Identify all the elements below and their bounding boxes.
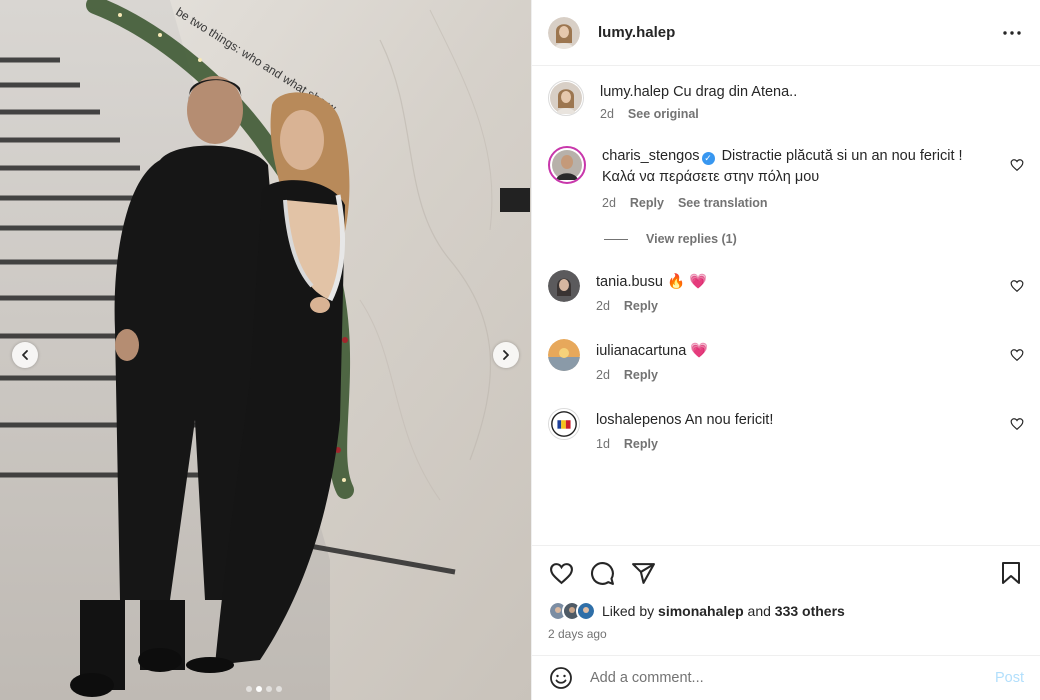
comment-time: 1d bbox=[596, 437, 610, 451]
save-button[interactable] bbox=[998, 560, 1024, 586]
comments-list: lumy.halep Cu drag din Atena.. 2d See or… bbox=[532, 66, 1040, 544]
comment-item: loshalepenos An nou fericit! 1d Reply bbox=[548, 408, 1024, 451]
bookmark-icon bbox=[1002, 562, 1020, 584]
post-comment-button[interactable]: Post bbox=[995, 670, 1024, 686]
carousel-dot-active bbox=[256, 686, 262, 692]
comment-username[interactable]: loshalepenos bbox=[596, 412, 681, 428]
comment-time: 2d bbox=[596, 299, 610, 313]
emoji-icon bbox=[550, 667, 572, 689]
reply-button[interactable]: Reply bbox=[630, 196, 664, 210]
comment-time: 2d bbox=[602, 196, 616, 210]
comment-username[interactable]: charis_stengos bbox=[602, 148, 700, 164]
comment-text: 🔥 💗 bbox=[666, 274, 708, 290]
post-side-panel: lumy.halep lumy.halep Cu drag din Atena.… bbox=[531, 0, 1040, 700]
carousel-dot bbox=[276, 686, 282, 692]
likes-summary: Liked by simonahalep and 333 others bbox=[548, 601, 845, 621]
comment-item: tania.busu 🔥 💗 2d Reply bbox=[548, 270, 1024, 313]
post-time: 2 days ago bbox=[548, 627, 607, 641]
comment-avatar-loshalepenos[interactable] bbox=[548, 408, 580, 440]
chevron-left-icon bbox=[22, 350, 28, 360]
comment-button[interactable] bbox=[589, 560, 615, 586]
comment-text: An nou fericit! bbox=[684, 412, 774, 428]
heart-icon[interactable] bbox=[1010, 158, 1024, 172]
heart-icon[interactable] bbox=[1010, 348, 1024, 362]
caption-avatar[interactable] bbox=[548, 80, 584, 116]
view-replies-button[interactable]: View replies (1) bbox=[604, 232, 737, 246]
caption-username[interactable]: lumy.halep bbox=[600, 84, 669, 100]
reply-button[interactable]: Reply bbox=[624, 368, 658, 382]
post-photo: be two things: who and what she w bbox=[0, 0, 531, 700]
comment-input[interactable] bbox=[590, 670, 995, 686]
comment-username[interactable]: iulianacartuna bbox=[596, 343, 686, 359]
likers-avatars bbox=[548, 601, 596, 621]
liker-avatar bbox=[576, 601, 596, 621]
share-button[interactable] bbox=[630, 560, 656, 586]
carousel-dot bbox=[266, 686, 272, 692]
comment-item: iulianacartuna 💗 2d Reply bbox=[548, 339, 1024, 382]
likes-others-link[interactable]: 333 others bbox=[775, 603, 845, 619]
emoji-button[interactable] bbox=[548, 665, 574, 691]
comment-avatar-tania[interactable] bbox=[548, 270, 580, 302]
action-icons bbox=[548, 560, 1024, 586]
carousel-indicator bbox=[246, 686, 282, 692]
verified-icon: ✓ bbox=[701, 152, 715, 165]
author-avatar[interactable] bbox=[548, 16, 580, 49]
comment-composer: Post bbox=[532, 655, 1040, 700]
liker-username[interactable]: simonahalep bbox=[658, 603, 744, 619]
see-original-link[interactable]: See original bbox=[628, 107, 699, 121]
heart-icon[interactable] bbox=[1010, 279, 1024, 293]
replies-divider bbox=[604, 238, 628, 240]
comment-avatar-iuliana[interactable] bbox=[548, 339, 580, 371]
comment-text: 💗 bbox=[690, 343, 709, 359]
post-header: lumy.halep bbox=[532, 0, 1040, 66]
likes-connector: and bbox=[747, 603, 771, 619]
comment-item: charis_stengos ✓ Distractie plăcută si un… bbox=[548, 146, 1024, 210]
more-options-button[interactable] bbox=[1000, 21, 1024, 45]
heart-icon bbox=[549, 562, 573, 584]
view-replies-label: View replies (1) bbox=[646, 232, 737, 246]
reply-button[interactable]: Reply bbox=[624, 437, 658, 451]
chevron-right-icon bbox=[503, 350, 509, 360]
heart-icon[interactable] bbox=[1010, 417, 1024, 431]
reply-button[interactable]: Reply bbox=[624, 299, 658, 313]
carousel-dot bbox=[246, 686, 252, 692]
caption-time: 2d bbox=[600, 107, 614, 121]
post-actions: Liked by simonahalep and 333 others 2 da… bbox=[532, 545, 1040, 655]
likes-prefix: Liked by bbox=[602, 603, 655, 619]
more-icon bbox=[1003, 30, 1021, 35]
caption: lumy.halep Cu drag din Atena.. 2d See or… bbox=[548, 80, 1024, 121]
author-username[interactable]: lumy.halep bbox=[598, 24, 675, 41]
caption-text: Cu drag din Atena.. bbox=[673, 84, 798, 100]
comment-time: 2d bbox=[596, 368, 610, 382]
previous-photo-button[interactable] bbox=[12, 342, 38, 368]
next-photo-button[interactable] bbox=[493, 342, 519, 368]
photo-scene: be two things: who and what she w bbox=[0, 0, 531, 700]
like-button[interactable] bbox=[548, 560, 574, 586]
comment-icon bbox=[590, 561, 614, 585]
comment-avatar-charis[interactable] bbox=[548, 146, 586, 184]
comment-username[interactable]: tania.busu bbox=[596, 274, 663, 290]
share-icon bbox=[631, 562, 655, 584]
see-translation-link[interactable]: See translation bbox=[678, 196, 768, 210]
